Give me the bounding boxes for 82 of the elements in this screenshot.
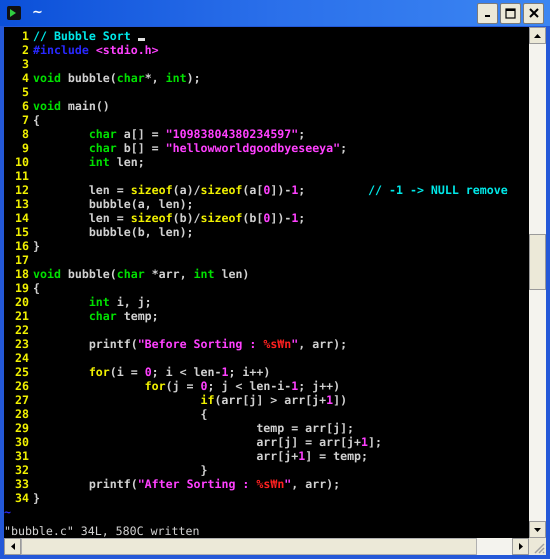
line-number: 22 (14, 323, 29, 337)
line-number: 11 (14, 169, 29, 183)
scrollbar-thumb[interactable] (529, 234, 546, 290)
code-line: arr[j+1] = temp; (255, 449, 368, 463)
code-line: void main() (33, 99, 110, 113)
up-arrow-icon (534, 34, 541, 38)
text-cursor (138, 38, 145, 41)
line-number: 16 (14, 239, 29, 253)
code-line: void bubble(char *arr, int len) (33, 267, 250, 281)
code-line: temp = arr[j]; (255, 421, 354, 435)
line-number: 30 (14, 435, 29, 449)
line-number: 5 (21, 85, 29, 99)
code-line: printf("Before Sorting : %s₩n", arr); (88, 337, 348, 351)
code-line: len = sizeof(b)/sizeof(b[0])-1; (88, 211, 306, 225)
line-number: 33 (14, 477, 29, 491)
line-number: 15 (14, 225, 29, 239)
line-number: 4 (21, 71, 29, 85)
maximize-button[interactable] (500, 2, 521, 24)
line-number: 19 (14, 281, 29, 295)
line-number: 34 (14, 491, 29, 505)
left-arrow-icon (10, 543, 14, 550)
code-line: { (33, 113, 40, 127)
line-number: 29 (14, 421, 29, 435)
line-number: 31 (14, 449, 29, 463)
status-message: "bubble.c" 34L, 580C written (4, 524, 200, 538)
line-number: 10 (14, 155, 29, 169)
vertical-scrollbar[interactable] (529, 27, 546, 538)
line-number: 9 (21, 141, 29, 155)
window-title: ~ (32, 4, 43, 22)
line-number: 3 (21, 57, 29, 71)
code-line: #include <stdio.h> (33, 43, 159, 57)
code-line: arr[j] = arr[j+1]; (255, 435, 382, 449)
close-button[interactable] (523, 2, 544, 24)
line-number: 32 (14, 463, 29, 477)
line-number: 27 (14, 393, 29, 407)
line-number: 2 (21, 43, 29, 57)
code-line: } (33, 239, 40, 253)
code-line: printf("After Sorting : %s₩n", arr); (88, 477, 340, 491)
line-number: 23 (14, 337, 29, 351)
code-line: } (199, 463, 208, 477)
code-line: for(i = 0; i < len-1; i++) (88, 365, 270, 379)
code-line: } (33, 491, 40, 505)
code-line: void bubble(char*, int); (33, 71, 201, 85)
scroll-down-button[interactable] (529, 521, 546, 538)
code-line: bubble(a, len); (88, 197, 194, 211)
code-line: char a[] = "10983804380234597"; (88, 127, 306, 141)
line-number: 6 (21, 99, 29, 113)
line-number: 20 (14, 295, 29, 309)
line-number: 18 (14, 267, 29, 281)
code-line: char b[] = "hellowworldgoodbyeseeya"; (88, 141, 348, 155)
code-line: bubble(b, len); (88, 225, 194, 239)
tilde-marker: ~ (4, 505, 11, 519)
code-line: { (33, 281, 40, 295)
line-number: 21 (14, 309, 29, 323)
minimize-button[interactable] (477, 2, 498, 24)
down-arrow-icon (534, 528, 541, 532)
right-arrow-icon (518, 543, 522, 550)
code-line: int len; (88, 155, 145, 169)
terminal-icon (6, 5, 22, 21)
line-number: 12 (14, 183, 29, 197)
code-line: len = sizeof(a)/sizeof(a[0])-1; // -1 -> NULL remove (88, 183, 508, 197)
code-line: // Bubble Sort (33, 29, 145, 43)
code-line: for(j = 0; j < len-i-1; j++) (144, 379, 340, 393)
line-number: 26 (14, 379, 29, 393)
line-number: 28 (14, 407, 29, 421)
scroll-right-button[interactable] (512, 538, 529, 555)
code-line: { (199, 407, 208, 421)
maximize-icon (505, 8, 516, 18)
line-number: 25 (14, 365, 29, 379)
close-icon (528, 8, 538, 18)
line-number: 8 (21, 127, 29, 141)
scroll-up-button[interactable] (529, 27, 546, 44)
line-number: 14 (14, 211, 29, 225)
code-line: if(arr[j] > arr[j+1]) (199, 393, 348, 407)
line-number: 7 (21, 113, 29, 127)
line-number: 17 (14, 253, 29, 267)
code-line: int i, j; (88, 295, 152, 309)
line-number: 1 (21, 29, 29, 43)
line-number: 13 (14, 197, 29, 211)
line-number: 24 (14, 351, 29, 365)
scroll-left-button[interactable] (4, 538, 21, 555)
code-line: char temp; (88, 309, 159, 323)
